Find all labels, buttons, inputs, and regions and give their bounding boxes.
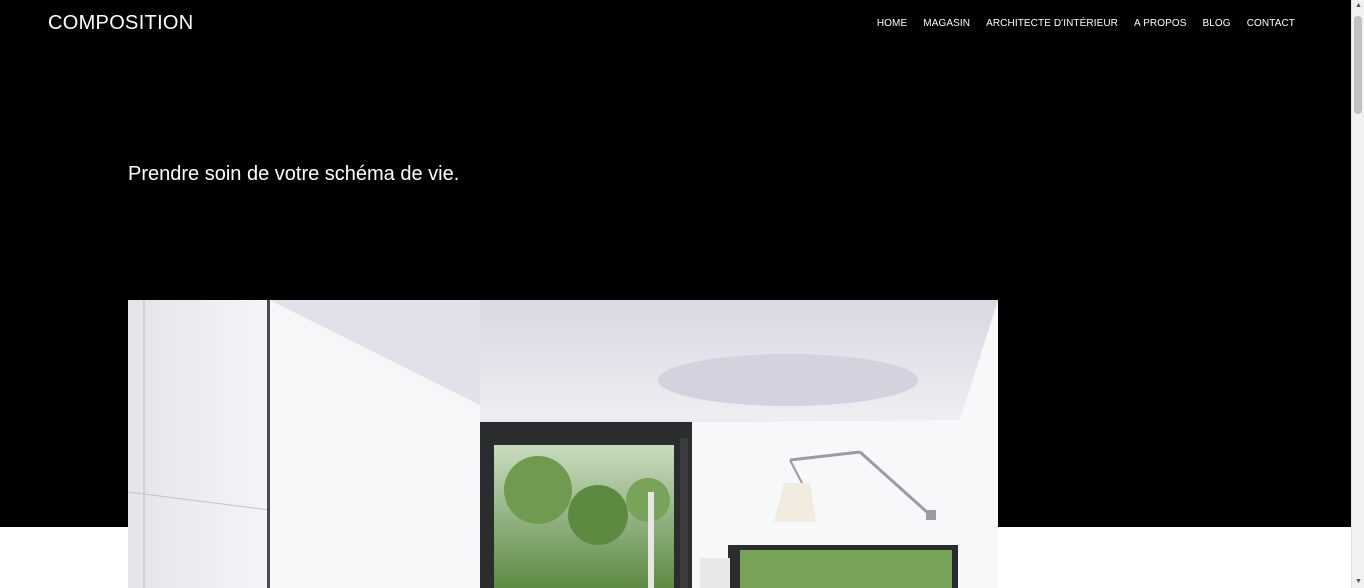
nav-a-propos[interactable]: A PROPOS: [1134, 17, 1187, 31]
nav-magasin[interactable]: MAGASIN: [923, 17, 970, 31]
page-scrollbar[interactable]: ▲ ▼: [1351, 0, 1364, 588]
triangle-down-icon[interactable]: ▼: [1353, 576, 1364, 588]
nav-contact[interactable]: CONTACT: [1247, 17, 1295, 31]
site-logo[interactable]: COMPOSITION: [48, 12, 194, 35]
hero-tagline: Prendre soin de votre schéma de vie.: [128, 163, 460, 185]
scroll-thumb[interactable]: [1354, 16, 1362, 114]
main-nav: HOME MAGASIN ARCHITECTE D'INTÉRIEUR A PR…: [877, 17, 1295, 31]
nav-home[interactable]: HOME: [877, 17, 907, 31]
nav-architecte[interactable]: ARCHITECTE D'INTÉRIEUR: [986, 17, 1118, 31]
triangle-up-icon[interactable]: ▲: [1353, 0, 1364, 12]
hero-image: [128, 300, 998, 588]
nav-blog[interactable]: BLOG: [1203, 17, 1231, 31]
